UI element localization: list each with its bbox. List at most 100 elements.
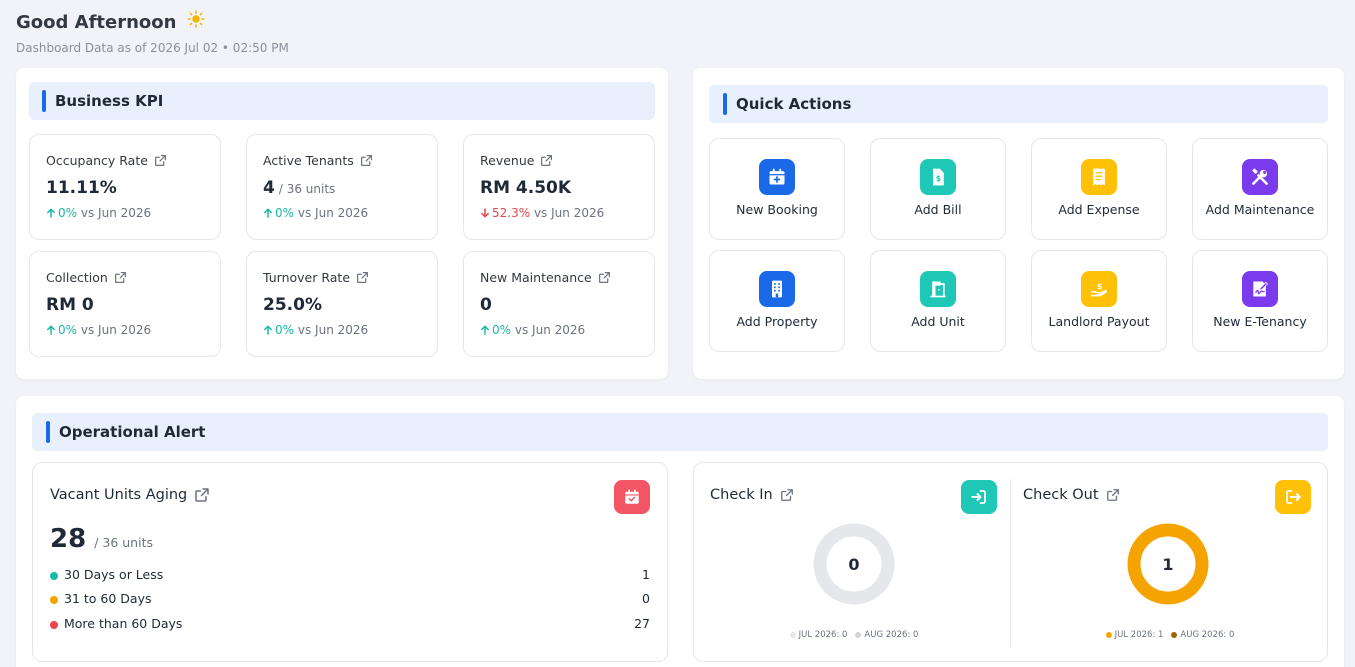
check-in-legend: JUL 2026: 0 AUG 2026: 0 <box>694 630 1014 640</box>
external-link-icon[interactable] <box>356 271 369 284</box>
vacant-units-aging-title[interactable]: Vacant Units Aging <box>50 487 210 503</box>
check-out-title[interactable]: Check Out <box>1023 487 1120 503</box>
kpi-card[interactable]: Collection RM 0 0% vs Jun 2026 <box>29 251 221 357</box>
donut-legend-item[interactable]: JUL 2026: 1 <box>1105 630 1163 640</box>
door-icon <box>920 271 956 307</box>
kpi-compare: vs Jun 2026 <box>533 206 605 220</box>
sun-icon <box>187 10 205 33</box>
kpi-label: Turnover Rate <box>263 270 369 285</box>
vacant-aging-label: 31 to 60 Days <box>64 591 152 606</box>
arrow-up-icon <box>264 325 272 335</box>
sign-document-icon <box>1242 271 1278 307</box>
quick-action-label: Add Maintenance <box>1205 202 1315 217</box>
donut-legend-item[interactable]: AUG 2026: 0 <box>855 630 918 640</box>
greeting-title: Good Afternoon <box>16 10 205 33</box>
business-kpi-header: Business KPI <box>29 82 655 120</box>
quick-actions-header: Quick Actions <box>709 85 1328 123</box>
quick-action-add-property[interactable]: Add Property <box>709 250 845 352</box>
quick-action-label: Add Bill <box>914 202 962 217</box>
legend-dot <box>50 571 58 580</box>
kpi-compare: vs Jun 2026 <box>297 323 369 337</box>
kpi-card[interactable]: New Maintenance 0 0% vs Jun 2026 <box>463 251 655 357</box>
kpi-change-percent: 0% <box>492 323 512 337</box>
quick-action-add-bill[interactable]: $ Add Bill <box>870 138 1006 240</box>
sign-in-icon[interactable] <box>961 480 997 514</box>
legend-dot <box>1105 631 1112 638</box>
kpi-change-percent: 52.3% <box>492 206 531 220</box>
kpi-card[interactable]: Revenue RM 4.50K 52.3% vs Jun 2026 <box>463 134 655 240</box>
legend-dot <box>1171 631 1178 638</box>
kpi-value: RM 4.50K <box>480 178 572 198</box>
kpi-change: 0% vs Jun 2026 <box>263 323 368 337</box>
legend-dot <box>50 595 58 604</box>
kpi-change: 0% vs Jun 2026 <box>46 323 151 337</box>
vacant-aging-row: More than 60 Days 27 <box>50 616 650 631</box>
quick-action-label: Add Unit <box>911 314 965 329</box>
external-link-icon[interactable] <box>598 271 611 284</box>
quick-action-label: New Booking <box>736 202 818 217</box>
kpi-label: New Maintenance <box>480 270 611 285</box>
kpi-change-percent: 0% <box>58 323 78 337</box>
arrow-down-icon <box>481 208 489 218</box>
kpi-change-percent: 0% <box>58 206 78 220</box>
kpi-compare: vs Jun 2026 <box>297 206 369 220</box>
external-link-icon[interactable] <box>154 154 167 167</box>
business-kpi-panel: Business KPI Occupancy Rate 11.11% 0% vs J… <box>16 68 668 379</box>
kpi-compare: vs Jun 2026 <box>80 323 152 337</box>
kpi-change-percent: 0% <box>275 323 295 337</box>
section-title: Quick Actions <box>736 95 852 113</box>
quick-action-add-expense[interactable]: Add Expense <box>1031 138 1167 240</box>
operational-alert-header: Operational Alert <box>32 413 1328 451</box>
dashboard-timestamp: Dashboard Data as of 2026 Jul 02 • 02:50… <box>16 41 289 55</box>
kpi-value: 0 <box>480 295 492 315</box>
vacant-aging-label: 30 Days or Less <box>64 567 164 582</box>
vacant-aging-label: More than 60 Days <box>64 616 183 631</box>
external-link-icon[interactable] <box>360 154 373 167</box>
external-link-icon[interactable] <box>540 154 553 167</box>
external-link-icon[interactable] <box>1106 488 1120 502</box>
kpi-card[interactable]: Turnover Rate 25.0% 0% vs Jun 2026 <box>246 251 438 357</box>
kpi-compare: vs Jun 2026 <box>80 206 152 220</box>
kpi-label: Revenue <box>480 153 553 168</box>
building-icon <box>759 271 795 307</box>
arrow-up-icon <box>481 325 489 335</box>
vacant-aging-row: 31 to 60 Days 0 <box>50 591 650 606</box>
quick-action-add-maintenance[interactable]: Add Maintenance <box>1192 138 1328 240</box>
donut-legend-item[interactable]: AUG 2026: 0 <box>1171 630 1234 640</box>
bill-icon: $ <box>920 159 956 195</box>
calendar-check-icon[interactable] <box>614 480 650 514</box>
quick-action-new-e-tenancy[interactable]: New E-Tenancy <box>1192 250 1328 352</box>
quick-action-new-booking[interactable]: New Booking <box>709 138 845 240</box>
divider <box>1010 479 1011 647</box>
operational-alert-panel: Operational Alert Vacant Units Aging 28/… <box>16 396 1344 667</box>
kpi-label: Collection <box>46 270 127 285</box>
sign-out-icon[interactable] <box>1275 480 1311 514</box>
kpi-card[interactable]: Active Tenants 4/ 36 units 0% vs Jun 2026 <box>246 134 438 240</box>
section-title: Operational Alert <box>59 423 206 441</box>
kpi-change: 0% vs Jun 2026 <box>263 206 368 220</box>
kpi-card[interactable]: Occupancy Rate 11.11% 0% vs Jun 2026 <box>29 134 221 240</box>
external-link-icon[interactable] <box>780 488 794 502</box>
donut-legend-item[interactable]: JUL 2026: 0 <box>789 630 847 640</box>
kpi-change: 52.3% vs Jun 2026 <box>480 206 604 220</box>
external-link-icon[interactable] <box>194 487 210 503</box>
check-out-legend: JUL 2026: 1 AUG 2026: 0 <box>1010 630 1330 640</box>
vacant-aging-value: 0 <box>642 591 650 606</box>
check-in-title[interactable]: Check In <box>710 487 794 503</box>
section-title: Business KPI <box>55 92 164 110</box>
kpi-change-percent: 0% <box>275 206 295 220</box>
quick-action-add-unit[interactable]: Add Unit <box>870 250 1006 352</box>
svg-text:$: $ <box>1097 281 1103 291</box>
quick-action-label: Add Expense <box>1058 202 1140 217</box>
legend-dot <box>855 631 862 638</box>
kpi-unit: / 36 units <box>278 182 336 196</box>
payout-icon: $ <box>1081 271 1117 307</box>
quick-action-label: Add Property <box>736 314 818 329</box>
quick-actions-panel: Quick Actions New Booking $ Add Bill Add Ex… <box>693 68 1344 379</box>
quick-action-landlord-payout[interactable]: $ Landlord Payout <box>1031 250 1167 352</box>
external-link-icon[interactable] <box>114 271 127 284</box>
kpi-change: 0% vs Jun 2026 <box>46 206 151 220</box>
quick-action-label: Landlord Payout <box>1048 314 1150 329</box>
vacant-units-aging-card[interactable]: Vacant Units Aging 28/ 36 units 30 Days … <box>32 462 668 662</box>
kpi-label: Occupancy Rate <box>46 153 167 168</box>
